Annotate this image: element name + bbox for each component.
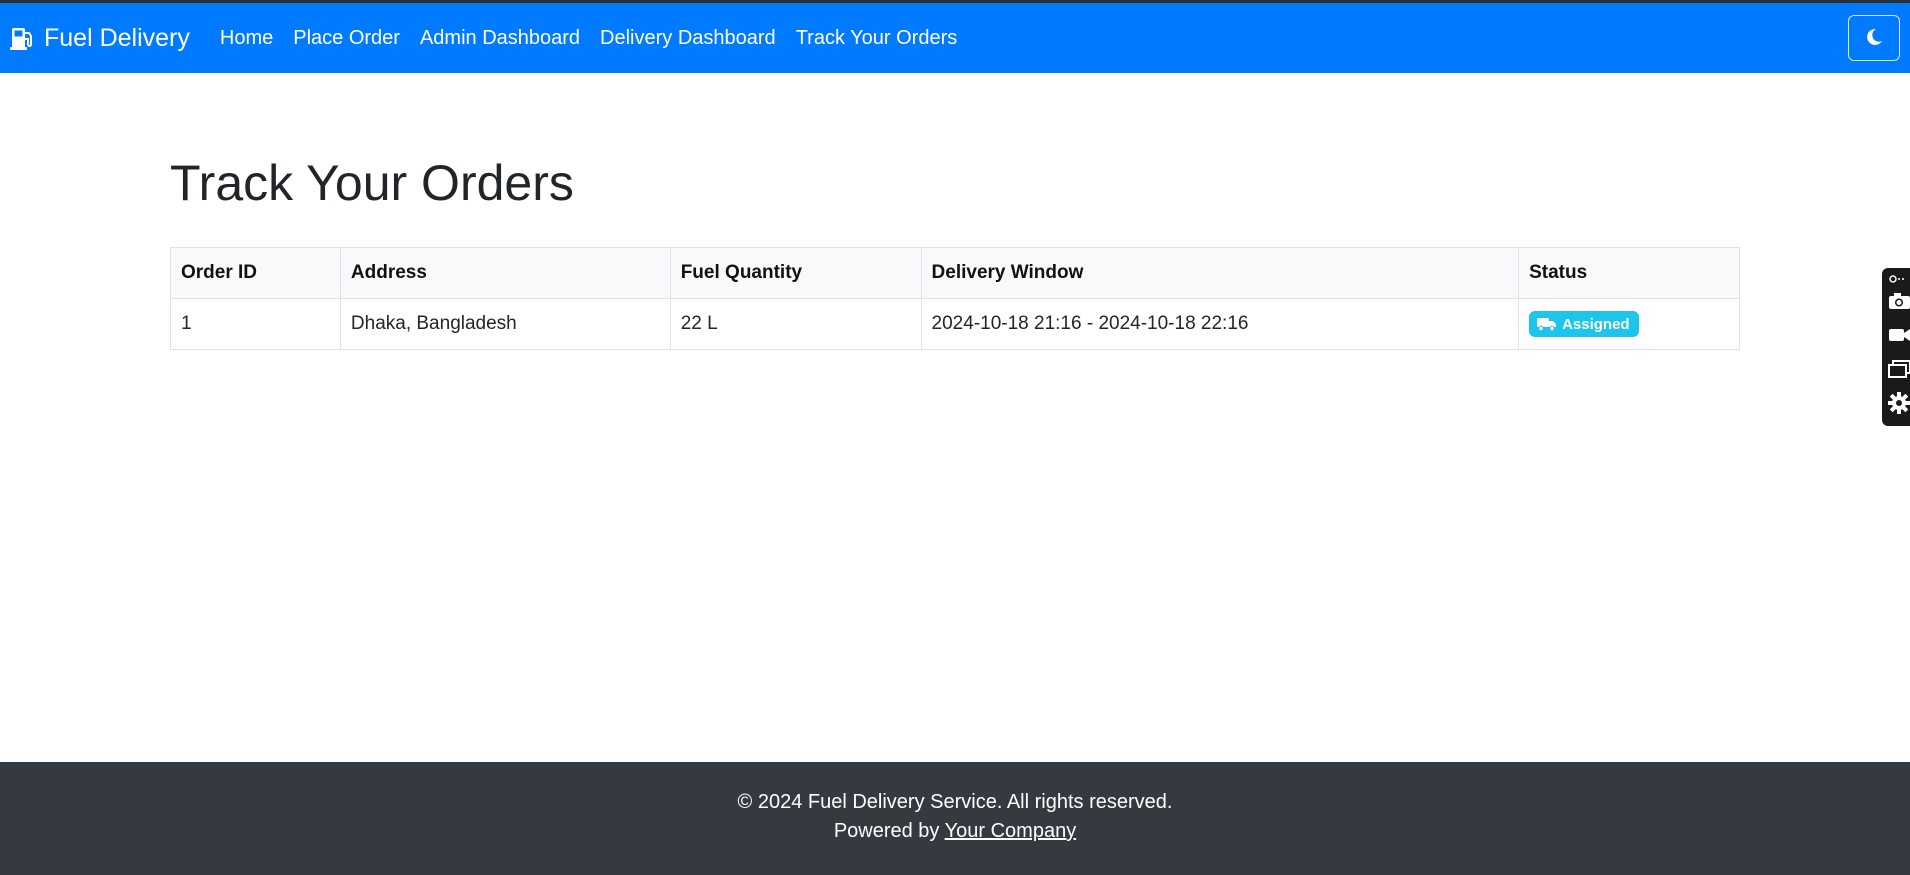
truck-icon [1537, 317, 1557, 332]
column-header-order-id: Order ID [170, 247, 341, 299]
link-icon[interactable] [1888, 272, 1910, 286]
window-icon[interactable] [1888, 358, 1910, 380]
video-icon[interactable] [1888, 324, 1910, 346]
footer-copyright: © 2024 Fuel Delivery Service. All rights… [737, 791, 1173, 813]
cell-order-id: 1 [170, 298, 341, 350]
column-header-status: Status [1518, 247, 1740, 299]
table-row: 1 Dhaka, Bangladesh 22 L 2024-10-18 21:1… [170, 298, 1740, 350]
column-header-address: Address [339, 247, 671, 299]
brand-label: Fuel Delivery [44, 23, 190, 52]
cell-address: Dhaka, Bangladesh [339, 298, 671, 350]
status-badge: Assigned [1529, 311, 1639, 337]
footer-powered-by: Powered by Your Company [0, 820, 1910, 843]
orders-table: Order ID Address Fuel Quantity Delivery … [170, 247, 1740, 350]
cell-delivery-window: 2024-10-18 21:16 - 2024-10-18 22:16 [920, 298, 1520, 350]
moon-icon [1864, 27, 1884, 50]
cell-fuel-quantity: 22 L [669, 298, 922, 350]
camera-icon[interactable] [1888, 290, 1910, 312]
theme-toggle-button[interactable] [1848, 15, 1900, 61]
footer: © 2024 Fuel Delivery Service. All rights… [0, 762, 1910, 875]
brand-link[interactable]: Fuel Delivery [10, 24, 190, 53]
footer-company-link[interactable]: Your Company [945, 820, 1077, 842]
nav-link-home[interactable]: Home [220, 27, 273, 50]
column-header-fuel-quantity: Fuel Quantity [669, 247, 922, 299]
cell-status: Assigned [1518, 298, 1740, 350]
column-header-delivery-window: Delivery Window [920, 247, 1520, 299]
page-title: Track Your Orders [170, 155, 574, 211]
status-badge-label: Assigned [1562, 315, 1630, 333]
side-toolbar [1882, 268, 1910, 426]
nav-link-delivery-dashboard[interactable]: Delivery Dashboard [600, 27, 776, 50]
table-header-row: Order ID Address Fuel Quantity Delivery … [170, 247, 1740, 299]
nav-link-admin-dashboard[interactable]: Admin Dashboard [420, 27, 580, 50]
nav-link-place-order[interactable]: Place Order [293, 27, 400, 50]
navbar: Fuel Delivery Home Place Order Admin Das… [0, 3, 1910, 73]
nav-links: Home Place Order Admin Dashboard Deliver… [220, 27, 977, 50]
nav-link-track-orders[interactable]: Track Your Orders [796, 27, 958, 50]
gear-icon[interactable] [1888, 392, 1910, 414]
footer-powered-prefix: Powered by [833, 820, 945, 842]
gas-pump-icon [10, 25, 36, 51]
